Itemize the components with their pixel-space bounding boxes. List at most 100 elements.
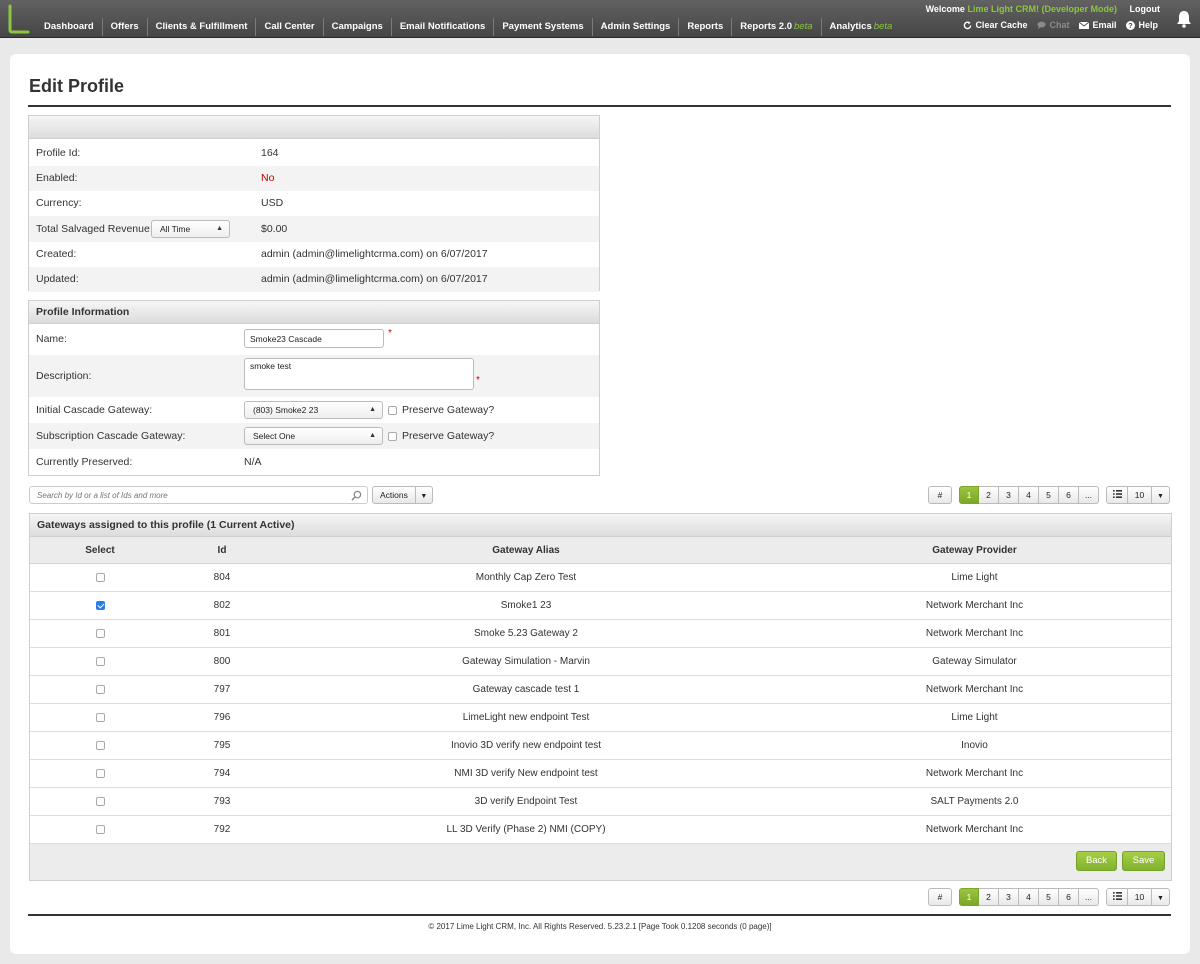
nav-item-label: Reports 2.0: [740, 21, 792, 32]
revenue-range-select[interactable]: All Time ▲: [151, 220, 230, 238]
provider-cell: Lime Light: [951, 572, 998, 583]
page-button[interactable]: ...: [1079, 486, 1099, 504]
row-select-checkbox[interactable]: [96, 573, 105, 582]
name-row: Name: *: [29, 324, 599, 355]
initial-gateway-value: (803) Smoke2 23: [253, 405, 319, 415]
page-button[interactable]: ...: [1079, 888, 1099, 906]
page-button[interactable]: 2: [979, 888, 999, 906]
row-select-checkbox[interactable]: [96, 685, 105, 694]
row-select-checkbox[interactable]: [96, 741, 105, 750]
caret-down-icon: ▼: [1157, 895, 1164, 902]
nav-item-offers[interactable]: Offers: [103, 18, 148, 36]
bell-icon[interactable]: [1176, 10, 1192, 28]
revenue-range-value: All Time: [160, 224, 191, 234]
nav-item-campaigns[interactable]: Campaigns: [324, 18, 392, 36]
email-label: Email: [1092, 20, 1117, 30]
list-view-button[interactable]: [1106, 888, 1128, 906]
main-menu: Dashboard Offers Clients & Fulfillment Call…: [36, 18, 900, 38]
subscription-gateway-select[interactable]: Select One ▲: [244, 427, 383, 445]
nav-item-call-center[interactable]: Call Center: [256, 18, 324, 36]
nav-item-analytics[interactable]: Analytics beta: [822, 18, 901, 36]
currently-preserved-value: N/A: [244, 456, 262, 468]
select-cell: [30, 648, 170, 675]
nav-item-reports-2-0[interactable]: Reports 2.0 beta: [732, 18, 822, 36]
row-select-checkbox[interactable]: [96, 629, 105, 638]
name-input[interactable]: [244, 329, 384, 348]
nav-item-email-notifications[interactable]: Email Notifications: [392, 18, 495, 36]
email-link[interactable]: Email: [1079, 20, 1116, 30]
profile-information-box: Profile Information Name: * Description:…: [28, 300, 600, 476]
initial-gateway-label: Initial Cascade Gateway:: [36, 404, 153, 416]
profile-id-value: 164: [261, 147, 279, 159]
updated-value: admin (admin@limelightcrma.com) on 6/07/…: [261, 273, 488, 285]
magnifier-icon[interactable]: [351, 490, 362, 501]
nav-item-clients-fulfillment[interactable]: Clients & Fulfillment: [148, 18, 257, 36]
pagination-bottom: 1 2 3 4 5 6...: [959, 888, 1099, 906]
nav-item-admin-settings[interactable]: Admin Settings: [593, 18, 680, 36]
welcome-text: Welcome: [925, 4, 965, 14]
actions-button[interactable]: Actions: [372, 486, 416, 504]
question-circle-icon: ?: [1126, 20, 1136, 30]
enabled-label: Enabled:: [36, 172, 78, 184]
preserve-subscription-label: Preserve Gateway?: [402, 430, 495, 442]
select-cell: [30, 620, 170, 647]
per-page-value[interactable]: 10: [1128, 888, 1152, 906]
updated-label: Updated:: [36, 273, 79, 285]
per-page-toggle[interactable]: ▼: [1152, 888, 1170, 906]
page-jump-hash[interactable]: #: [928, 486, 952, 504]
row-select-checkbox[interactable]: [96, 713, 105, 722]
alias-cell: Smoke 5.23 Gateway 2: [474, 628, 578, 639]
page-button[interactable]: 6: [1059, 486, 1079, 504]
row-select-checkbox[interactable]: [96, 601, 105, 610]
row-select-checkbox[interactable]: [96, 797, 105, 806]
page-button[interactable]: 1: [959, 888, 979, 906]
per-page-value[interactable]: 10: [1128, 486, 1152, 504]
preserve-initial-label: Preserve Gateway?: [402, 404, 495, 416]
help-link[interactable]: ? Help: [1126, 20, 1158, 30]
nav-item-reports[interactable]: Reports: [679, 18, 733, 36]
page-button[interactable]: 4: [1019, 888, 1039, 906]
preserve-subscription-checkbox[interactable]: [388, 432, 397, 441]
row-select-checkbox[interactable]: [96, 825, 105, 834]
clear-cache-link[interactable]: Clear Cache: [963, 20, 1027, 30]
nav-item-payment-systems[interactable]: Payment Systems: [494, 18, 593, 36]
lime-light-logo-icon[interactable]: [6, 4, 30, 34]
currently-preserved-label: Currently Preserved:: [36, 456, 133, 468]
page-jump-hash[interactable]: #: [928, 888, 952, 906]
nav-item-label: Offers: [110, 21, 139, 32]
nav-item-dashboard[interactable]: Dashboard: [36, 18, 103, 36]
list-view-button[interactable]: [1106, 486, 1128, 504]
preserve-initial-checkbox[interactable]: [388, 406, 397, 415]
page-button[interactable]: 6: [1059, 888, 1079, 906]
logout-link[interactable]: Logout: [1130, 4, 1161, 14]
per-page-toggle[interactable]: ▼: [1152, 486, 1170, 504]
currency-label: Currency:: [36, 197, 82, 209]
alias-cell: Monthly Cap Zero Test: [475, 572, 577, 583]
copyright-footer: © 2017 Lime Light CRM, Inc. All Rights R…: [428, 922, 772, 931]
alias-cell: LimeLight new endpoint Test: [462, 712, 590, 723]
row-select-checkbox[interactable]: [96, 769, 105, 778]
save-button[interactable]: Save: [1122, 851, 1165, 871]
nav-item-label: Campaigns: [331, 21, 383, 32]
gateways-body: 804 Monthly Cap Zero Test Lime Light 802 Smo…: [30, 564, 1171, 844]
page-button[interactable]: 5: [1039, 486, 1059, 504]
initial-gateway-select[interactable]: (803) Smoke2 23 ▲: [244, 401, 383, 419]
actions-toggle[interactable]: ▼: [415, 486, 433, 504]
page-button[interactable]: 5: [1039, 888, 1059, 906]
select-cell: [30, 788, 170, 815]
gateway-search-input[interactable]: [30, 487, 330, 503]
page-button[interactable]: 3: [999, 888, 1019, 906]
page-button[interactable]: 2: [979, 486, 999, 504]
pagination-top: 1 2 3 4 5 6...: [959, 486, 1099, 504]
description-textarea[interactable]: smoke test: [244, 358, 474, 390]
select-cell: [30, 564, 170, 591]
chat-link[interactable]: Chat: [1037, 20, 1069, 30]
page-button[interactable]: 3: [999, 486, 1019, 504]
back-button[interactable]: Back: [1076, 851, 1117, 871]
profile-id-label: Profile Id:: [36, 147, 81, 159]
id-cell: 794: [213, 768, 231, 779]
row-select-checkbox[interactable]: [96, 657, 105, 666]
page-button[interactable]: 4: [1019, 486, 1039, 504]
page-button[interactable]: 1: [959, 486, 979, 504]
provider-cell: SALT Payments 2.0: [930, 796, 1019, 807]
